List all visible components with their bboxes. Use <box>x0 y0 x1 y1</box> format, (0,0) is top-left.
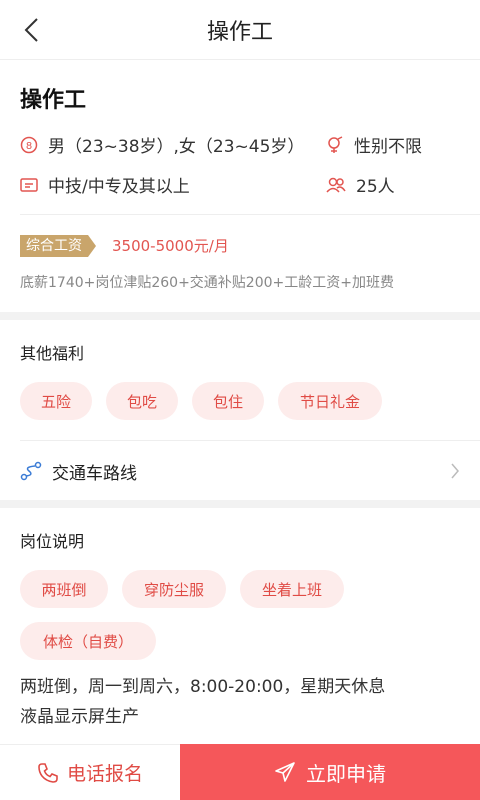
salary-range: 3500-5000元/月 <box>112 237 229 255</box>
welfare-title: 其他福利 <box>20 344 85 363</box>
welfare-card: 其他福利 五险 包吃 包住 节日礼金 交通车路线 <box>0 320 480 500</box>
description-line: 两班倒，周一到周六，8:00-20:00，星期天休息 <box>20 677 386 697</box>
description-line: 液晶显示屏生产 <box>20 707 139 727</box>
page-title: 操作工 <box>206 19 273 45</box>
education-row: 中技/中专及其以上 <box>20 172 190 197</box>
headcount-text: 25人 <box>356 177 395 197</box>
phone-icon <box>38 762 58 783</box>
salary-detail: 底薪1740+岗位津贴260+交通补贴200+工龄工资+加班费 <box>20 275 394 291</box>
divider <box>20 214 480 215</box>
gender-icon <box>328 135 343 153</box>
welfare-tag: 包吃 <box>106 382 178 420</box>
welfare-tag: 节日礼金 <box>278 382 382 420</box>
gender-text: 性别不限 <box>354 137 422 157</box>
age-requirement-row: 8 男（23~38岁）,女（23~45岁） <box>20 132 304 157</box>
headcount-row: 25人 <box>326 172 395 197</box>
age-icon: 8 <box>20 136 38 153</box>
chevron-left-icon <box>24 18 38 42</box>
description-title: 岗位说明 <box>20 532 85 551</box>
education-text: 中技/中专及其以上 <box>48 177 190 197</box>
salary-badge: 综合工资 <box>20 235 96 257</box>
job-title: 操作工 <box>20 88 87 113</box>
age-requirement-text: 男（23~38岁）,女（23~45岁） <box>48 137 305 157</box>
top-navbar: 操作工 <box>0 0 480 60</box>
id-card-icon <box>20 177 38 192</box>
route-icon <box>20 461 42 481</box>
call-signup-label: 电话报名 <box>66 763 143 785</box>
description-tag: 坐着上班 <box>240 570 344 608</box>
people-icon <box>326 177 346 193</box>
description-tag: 体检（自费） <box>20 622 156 660</box>
back-button[interactable] <box>14 12 50 48</box>
description-tag: 两班倒 <box>20 570 108 608</box>
welfare-tag: 包住 <box>192 382 264 420</box>
apply-now-button[interactable]: 立即申请 <box>180 744 480 800</box>
divider <box>20 440 480 441</box>
job-description-card: 岗位说明 两班倒 穿防尘服 坐着上班 体检（自费） 两班倒，周一到周六，8:00… <box>0 508 480 744</box>
description-tag: 穿防尘服 <box>122 570 226 608</box>
welfare-tag: 五险 <box>20 382 92 420</box>
bottom-action-bar: 电话报名 立即申请 <box>0 744 480 800</box>
gender-row: 性别不限 <box>326 132 422 157</box>
route-label: 交通车路线 <box>52 463 137 484</box>
job-info-card: 操作工 8 男（23~38岁）,女（23~45岁） 性别不限 中技/中专及其以上 <box>0 60 480 312</box>
send-icon <box>275 762 295 782</box>
apply-now-label: 立即申请 <box>306 761 386 786</box>
chevron-right-icon <box>451 463 459 479</box>
svg-text:8: 8 <box>26 141 32 152</box>
shuttle-route-row[interactable]: 交通车路线 <box>20 442 480 500</box>
call-signup-button[interactable]: 电话报名 <box>0 744 180 800</box>
